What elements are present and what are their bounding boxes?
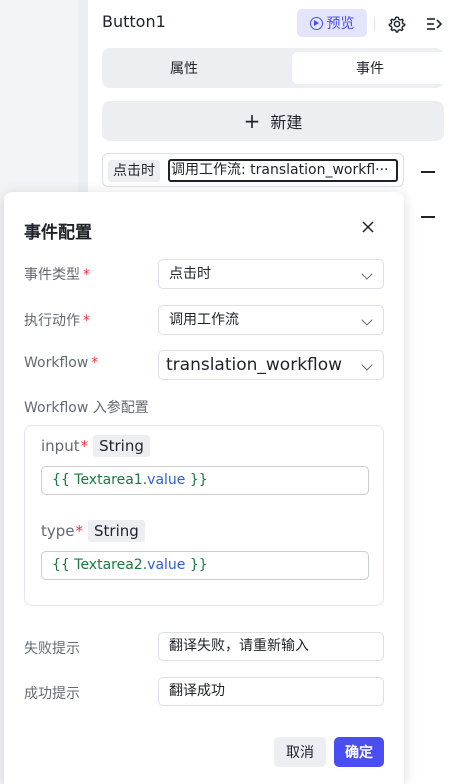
gear-icon[interactable] bbox=[387, 14, 407, 34]
fail-message-label: 失败提示 bbox=[24, 641, 80, 657]
success-message-label: 成功提示 bbox=[24, 686, 80, 702]
preview-button[interactable]: 预览 bbox=[297, 9, 367, 37]
event-trigger-tag: 点击时 bbox=[108, 160, 160, 182]
play-circle-icon bbox=[309, 16, 323, 30]
new-event-button[interactable]: + 新建 bbox=[102, 101, 444, 141]
modal-title: 事件配置 bbox=[24, 223, 92, 243]
tab-properties[interactable]: 属性 bbox=[106, 52, 262, 84]
param-type-label: type * String bbox=[41, 520, 145, 542]
event-type-label: 事件类型 * bbox=[24, 267, 90, 283]
fail-message-input[interactable]: 翻译失败，请重新输入 bbox=[158, 632, 384, 661]
preview-label: 预览 bbox=[326, 16, 355, 32]
params-box: input * String {{ Textarea1.value }} type… bbox=[24, 425, 384, 606]
param-input-label: input * String bbox=[41, 435, 150, 457]
plus-icon: + bbox=[243, 109, 261, 133]
minus-icon[interactable] bbox=[421, 216, 435, 218]
panel-tabs: 属性 事件 bbox=[102, 48, 448, 88]
collapse-panel-icon[interactable] bbox=[424, 14, 444, 34]
tab-events[interactable]: 事件 bbox=[292, 52, 448, 84]
event-config-modal: 事件配置 事件类型 * 点击时 执行动作 * 调用工作流 Workflow * tra… bbox=[4, 192, 404, 784]
close-icon[interactable] bbox=[360, 219, 376, 235]
chevron-down-icon bbox=[361, 359, 373, 371]
param-type-expression[interactable]: {{ Textarea2.value }} bbox=[41, 551, 369, 580]
component-title: Button1 bbox=[102, 12, 166, 31]
cancel-button[interactable]: 取消 bbox=[274, 737, 326, 767]
header-separator bbox=[374, 17, 375, 31]
action-value: 调用工作流 bbox=[169, 312, 239, 328]
param-type-tag: String bbox=[88, 520, 145, 542]
workflow-label: Workflow * bbox=[24, 355, 99, 371]
confirm-button[interactable]: 确定 bbox=[334, 737, 384, 767]
event-type-select[interactable]: 点击时 bbox=[158, 259, 384, 289]
param-type-tag: String bbox=[93, 435, 150, 457]
workflow-value: translation_workflow bbox=[166, 355, 343, 375]
success-message-input[interactable]: 翻译成功 bbox=[158, 677, 384, 706]
workflow-select[interactable]: translation_workflow bbox=[158, 350, 384, 380]
action-label: 执行动作 * bbox=[24, 313, 90, 329]
event-action-text[interactable]: 调用工作流: translation_workfl··· bbox=[168, 159, 398, 182]
event-row[interactable]: 点击时 调用工作流: translation_workfl··· bbox=[102, 153, 404, 187]
panel-header: Button1 预览 bbox=[102, 8, 452, 40]
action-select[interactable]: 调用工作流 bbox=[158, 305, 384, 335]
params-title: Workflow 入参配置 bbox=[24, 400, 149, 416]
event-type-value: 点击时 bbox=[169, 266, 211, 282]
param-input-expression[interactable]: {{ Textarea1.value }} bbox=[41, 466, 369, 495]
chevron-down-icon bbox=[361, 314, 373, 326]
minus-icon[interactable] bbox=[421, 171, 435, 173]
new-event-label: 新建 bbox=[270, 113, 303, 132]
chevron-down-icon bbox=[361, 268, 373, 280]
